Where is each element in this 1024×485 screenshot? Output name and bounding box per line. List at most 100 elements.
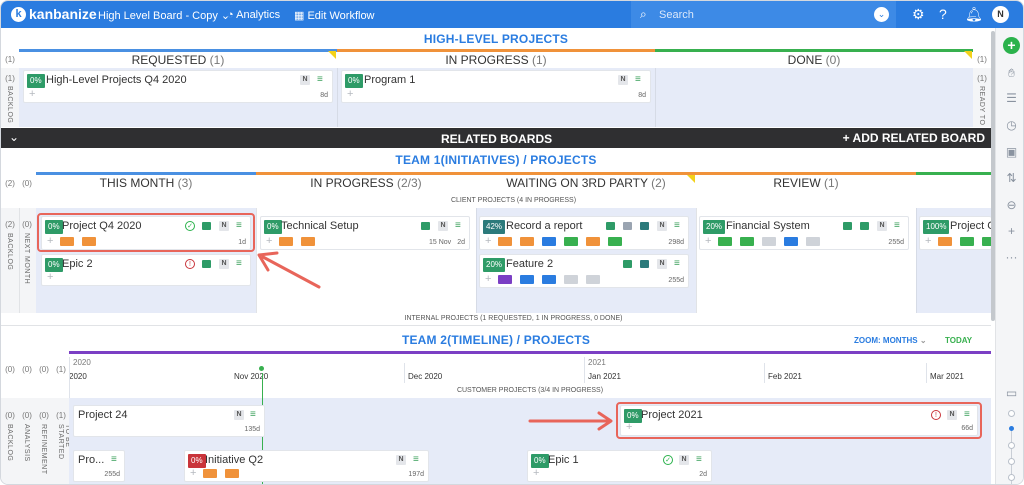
- add-subtask-icon[interactable]: +: [485, 235, 491, 247]
- avatar[interactable]: N: [992, 6, 1009, 23]
- progress-badge: 0%: [27, 74, 45, 88]
- add-subtask-icon[interactable]: +: [485, 273, 491, 285]
- card-menu-icon[interactable]: ≡: [317, 75, 327, 85]
- column-in-progress[interactable]: IN PROGRESS (1): [337, 49, 655, 67]
- board-selector[interactable]: High Level Board - Copy ⌄: [98, 9, 230, 22]
- related-boards-bar: ⌄ RELATED BOARDS + ADD RELATED BOARD: [1, 128, 991, 148]
- add-card-button[interactable]: +: [1003, 37, 1020, 54]
- card-project-24[interactable]: Project 24 N ≡ 135d: [73, 405, 265, 437]
- card-days: 8d: [320, 92, 328, 99]
- clock-icon[interactable]: ◷: [1003, 118, 1020, 132]
- card-menu-icon[interactable]: ≡: [635, 75, 645, 85]
- team1-next-month-count: (0): [22, 220, 32, 229]
- card-feature-2[interactable]: 20% Feature 2 N ≡ + 255d: [479, 254, 689, 288]
- card-initiative-q2[interactable]: 0% Initiative Q2 N ≡ + 197d: [184, 450, 429, 482]
- sort-icon[interactable]: ⇅: [1003, 171, 1020, 185]
- team2-lane-count: (0): [22, 411, 32, 420]
- done-cell: [655, 68, 973, 127]
- card-title: Project 24: [78, 409, 128, 421]
- status-ok-icon: ✓: [663, 455, 673, 465]
- tag-icon: [718, 237, 732, 246]
- app-window: k kanbanize High Level Board - Copy ⌄ ◔ …: [0, 0, 1024, 485]
- column-name: IN PROGRESS: [310, 176, 394, 190]
- toggle-icon[interactable]: ⊖: [1003, 198, 1020, 212]
- card-icon: [623, 222, 632, 230]
- add-subtask-icon[interactable]: +: [29, 88, 35, 100]
- card-menu-icon[interactable]: ≡: [696, 455, 706, 465]
- add-subtask-icon[interactable]: +: [47, 271, 53, 283]
- zoom-slider-step[interactable]: [1008, 410, 1015, 417]
- search-box[interactable]: ⌕ Search: [631, 1, 896, 28]
- card-pro-truncated[interactable]: Pro... ≡ 255d: [73, 450, 125, 482]
- wip-corner-icon: [687, 175, 695, 183]
- help-icon[interactable]: ?: [939, 6, 947, 22]
- card-title: Feature 2: [506, 258, 554, 270]
- card-menu-icon[interactable]: ≡: [111, 455, 121, 465]
- card-icon: [843, 222, 852, 230]
- column-done[interactable]: DONE (0): [655, 49, 973, 67]
- expand-icon[interactable]: +: [1003, 224, 1020, 238]
- zoom-slider-handle[interactable]: [1009, 426, 1014, 431]
- chevron-down-icon: ⌄: [919, 336, 927, 345]
- more-icon[interactable]: ···: [1003, 250, 1020, 264]
- tag-icon: [203, 469, 217, 478]
- add-subtask-icon[interactable]: +: [533, 467, 539, 479]
- team1-title: TEAM 1(INITIATIVES) / PROJECTS: [395, 153, 597, 167]
- card-epic-2[interactable]: 0% Epic 2 ! N ≡ +: [41, 254, 251, 286]
- column-waiting-3rd-party[interactable]: WAITING ON 3RD PARTY (2): [476, 172, 696, 190]
- tag-label-icon: [640, 260, 649, 268]
- add-subtask-icon[interactable]: +: [925, 235, 931, 247]
- user-settings-icon[interactable]: ⚙: [912, 6, 925, 23]
- column-next[interactable]: [916, 172, 991, 190]
- column-requested[interactable]: REQUESTED (1): [19, 49, 337, 67]
- column-this-month[interactable]: THIS MONTH (3): [36, 172, 256, 190]
- card-project-c[interactable]: 100% Project C +: [919, 216, 991, 250]
- progress-badge: 100%: [923, 220, 950, 234]
- add-subtask-icon[interactable]: +: [347, 88, 353, 100]
- annotation-arrow-icon: [257, 251, 321, 289]
- zoom-slider-step[interactable]: [1008, 474, 1015, 481]
- card-menu-icon[interactable]: ≡: [894, 221, 904, 231]
- card-program-1[interactable]: 0% Program 1 N ≡ + 8d: [341, 70, 651, 103]
- card-menu-icon[interactable]: ≡: [674, 259, 684, 269]
- card-menu-icon[interactable]: ≡: [236, 259, 246, 269]
- card-epic-1[interactable]: 0% Epic 1 ✓ N ≡ + 2d: [527, 450, 712, 482]
- image-icon[interactable]: ▣: [1003, 145, 1020, 159]
- vertical-scrollbar[interactable]: [991, 31, 995, 321]
- card-menu-icon[interactable]: ≡: [413, 455, 423, 465]
- card-menu-icon[interactable]: ≡: [455, 221, 465, 231]
- zoom-selector[interactable]: ZOOM: MONTHS ⌄: [854, 336, 927, 345]
- column-in-progress-team1[interactable]: IN PROGRESS (2/3): [256, 172, 476, 190]
- status-blocked-icon: !: [185, 259, 195, 269]
- card-high-level-projects-q4[interactable]: 0% High-Level Projects Q4 2020 N ≡ + 8d: [23, 70, 333, 103]
- tag-icon: [542, 275, 556, 284]
- search-input[interactable]: Search: [659, 9, 694, 21]
- today-button[interactable]: TODAY: [945, 336, 972, 345]
- app-logo[interactable]: k kanbanize: [11, 6, 97, 22]
- zoom-value: MONTHS: [882, 336, 918, 345]
- team2-title: TEAM 2(TIMELINE) / PROJECTS: [401, 333, 591, 347]
- filter-icon[interactable]: ☰: [1003, 91, 1020, 105]
- search-dropdown-chevron-icon[interactable]: ⌄: [874, 7, 889, 22]
- zoom-slider-step[interactable]: [1008, 458, 1015, 465]
- tag-icon: [608, 237, 622, 246]
- zoom-slider-step[interactable]: [1008, 442, 1015, 449]
- card-record-a-report[interactable]: 42% Record a report N ≡ + 298d: [479, 216, 689, 250]
- card-menu-icon[interactable]: ≡: [674, 221, 684, 231]
- add-subtask-icon[interactable]: +: [705, 235, 711, 247]
- analytics-link[interactable]: ◔ Analytics: [227, 9, 280, 21]
- column-review[interactable]: REVIEW (1): [696, 172, 916, 190]
- hand-icon[interactable]: ✋︎: [1003, 66, 1020, 81]
- card-financial-system[interactable]: 20% Financial System N ≡ + 255d: [699, 216, 909, 250]
- add-subtask-icon[interactable]: +: [190, 467, 196, 479]
- view-toggle-icon[interactable]: ▭: [1003, 386, 1020, 400]
- bell-icon[interactable]: 🔔︎: [965, 6, 983, 23]
- team1-count-top-1: (2): [5, 179, 15, 188]
- card-menu-icon[interactable]: ≡: [250, 410, 260, 420]
- ready-count: (1): [977, 74, 987, 83]
- edit-workflow-link[interactable]: ▦ Edit Workflow: [294, 9, 375, 22]
- collapse-chevron-icon[interactable]: ⌄: [9, 130, 19, 144]
- add-related-board-button[interactable]: + ADD RELATED BOARD: [843, 131, 985, 145]
- tag-icon: [586, 237, 600, 246]
- edit-workflow-label: Edit Workflow: [307, 10, 375, 22]
